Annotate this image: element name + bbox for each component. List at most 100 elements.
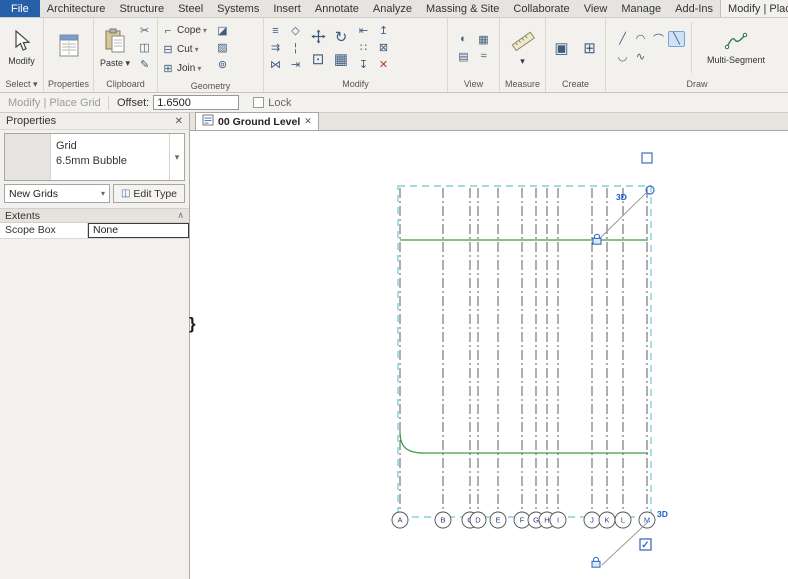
trim-icon[interactable]: ⇥ [287, 57, 304, 73]
panel-clipboard: Paste ▾ ✂ ◫ ✎ Clipboard [94, 18, 158, 92]
create-group-icon[interactable]: ▣ [551, 38, 573, 58]
type-selector-dropdown-icon[interactable]: ▾ [169, 134, 184, 180]
selection-handle[interactable] [641, 152, 653, 164]
collapse-icon: ∧ [177, 210, 184, 220]
tab-structure[interactable]: Structure [112, 0, 171, 17]
offset-input[interactable] [153, 95, 240, 110]
thin-lines-icon[interactable]: ▤ [455, 48, 472, 64]
model-line[interactable] [399, 431, 648, 454]
tab-architecture[interactable]: Architecture [40, 0, 113, 17]
unpin-icon[interactable]: ↥ [375, 23, 392, 39]
scope-box-value[interactable]: None [88, 223, 189, 238]
draw-pick-lines-icon[interactable]: ╲ [668, 30, 685, 47]
measure-ruler-icon [511, 30, 535, 55]
measure-button[interactable]: ▾ [508, 28, 538, 68]
paste-button[interactable]: Paste ▾ [97, 26, 133, 70]
rotate-icon[interactable]: ↻ [330, 27, 352, 47]
cut-geometry-button[interactable]: ⊟ Cut ▾ [161, 41, 207, 58]
drawing-area: 00 Ground Level ✕ ABCDEFGHIJKLM3D3D✓ [190, 112, 788, 579]
move-icon[interactable] [307, 27, 329, 47]
padlock-icon[interactable] [591, 556, 601, 568]
grid-bubble-label-K: K [604, 516, 609, 525]
edit-type-button[interactable]: ◫ Edit Type [113, 184, 185, 203]
visibility-icon[interactable]: ◐ [455, 31, 472, 47]
cope-button[interactable]: ⌐ Cope ▾ [161, 22, 207, 39]
match-type-icon[interactable]: ✎ [136, 57, 153, 73]
ribbon: Modify Select ▾ Properties Paste ▾ ✂ ◫ ✎… [0, 18, 788, 93]
draw-arc-center-icon[interactable]: ⌒ [650, 31, 667, 47]
lock-checkbox[interactable] [253, 97, 265, 108]
copy-icon[interactable]: ⊡ [307, 49, 329, 69]
lock-label: Lock [268, 96, 292, 109]
tab-steel[interactable]: Steel [171, 0, 210, 17]
tab-view[interactable]: View [577, 0, 615, 17]
draw-arc-icon[interactable]: ◠ [632, 31, 649, 47]
crop-region[interactable] [397, 185, 652, 518]
view-tab-close-icon[interactable]: ✕ [304, 116, 312, 127]
offset-label: Offset: [117, 96, 150, 109]
draw-fillet-icon[interactable]: ◡ [614, 49, 631, 65]
draw-line-icon[interactable]: ╱ [614, 31, 631, 47]
offset-icon[interactable]: ⇉ [267, 40, 284, 56]
properties-toggle-button[interactable] [53, 30, 85, 65]
offset-geometry-icon[interactable]: ⊚ [214, 56, 231, 72]
type-selector[interactable]: Grid 6.5mm Bubble ▾ [4, 133, 185, 181]
padlock-icon[interactable] [592, 233, 602, 245]
hide-category-icon[interactable]: ▦ [475, 31, 492, 47]
isolate-icon[interactable]: ≈ [475, 48, 492, 64]
multi-segment-button[interactable]: Multi-Segment [704, 29, 768, 67]
section-extents[interactable]: Extents ∧ [0, 208, 189, 223]
panel-geometry: ⌐ Cope ▾ ⊟ Cut ▾ ⊞ Join ▾ ◪ ▨ ⊚ Geometry [158, 18, 264, 92]
tab-modify-place-grid[interactable]: Modify | Place Grid [720, 0, 788, 17]
split-icon[interactable]: ¦ [287, 40, 304, 56]
properties-filter-combo[interactable]: New Grids ▾ [4, 184, 110, 203]
tab-collaborate[interactable]: Collaborate [506, 0, 576, 17]
demolish-icon[interactable]: ▨ [214, 39, 231, 55]
array-icon[interactable]: ▦ [330, 49, 352, 69]
revit-window: File Architecture Structure Steel System… [0, 0, 788, 579]
explode-icon[interactable]: ⊠ [375, 40, 392, 56]
view-tab-ground-level[interactable]: 00 Ground Level ✕ [195, 112, 319, 130]
edit-type-icon: ◫ [120, 188, 131, 199]
scope-box-label: Scope Box [0, 223, 88, 238]
paint-icon[interactable]: ◪ [214, 22, 231, 38]
tab-add-ins[interactable]: Add-Ins [668, 0, 720, 17]
panel-measure: ▾ Measure [500, 18, 546, 92]
create-similar-icon[interactable]: ⊞ [579, 38, 601, 58]
modify-button[interactable]: Modify [5, 28, 38, 68]
tab-manage[interactable]: Manage [614, 0, 668, 17]
3d-extent-label[interactable]: 3D [657, 509, 668, 519]
tab-massing-site[interactable]: Massing & Site [419, 0, 506, 17]
tab-insert[interactable]: Insert [266, 0, 308, 17]
scale-icon[interactable]: ∷ [355, 40, 372, 56]
grid-bubble-label-L: L [621, 516, 625, 525]
close-icon[interactable]: ✕ [175, 116, 183, 127]
mirror-axis-icon[interactable]: ⋈ [267, 57, 284, 73]
panel-label-select[interactable]: Select ▾ [0, 77, 43, 92]
panel-modify: ≡ ⇉ ⋈ ◇ ¦ ⇥ ↻ ⊡ ▦ ⇤ ∷ ↧ ↥ ⊠ ✕ Modify [264, 18, 448, 92]
panel-label-draw: Draw [686, 79, 708, 89]
3d-extent-label[interactable]: 3D [616, 192, 627, 202]
tab-annotate[interactable]: Annotate [308, 0, 366, 17]
panel-create: ▣ ⊞ Create [546, 18, 606, 92]
align-icon[interactable]: ≡ [267, 23, 284, 39]
floor-plan-view-icon [202, 114, 214, 129]
tab-analyze[interactable]: Analyze [366, 0, 419, 17]
multi-segment-icon [724, 31, 748, 54]
delete-icon[interactable]: ✕ [375, 57, 392, 73]
file-menu[interactable]: File [0, 0, 40, 17]
palette-resize-handle[interactable]: } [189, 314, 196, 334]
panel-label-properties: Properties [47, 79, 90, 89]
join-geometry-button[interactable]: ⊞ Join ▾ [161, 60, 207, 77]
cut-to-clipboard-icon[interactable]: ✂ [136, 23, 153, 39]
mirror-pick-icon[interactable]: ◇ [287, 23, 304, 39]
draw-spline-icon[interactable]: ∿ [632, 49, 649, 65]
grid-bubble-label-E: E [495, 516, 500, 525]
pin-icon[interactable]: ↧ [355, 57, 372, 73]
table-row: Scope Box None [0, 223, 189, 239]
tab-systems[interactable]: Systems [210, 0, 266, 17]
extend-icon[interactable]: ⇤ [355, 23, 372, 39]
copy-to-clipboard-icon[interactable]: ◫ [136, 40, 153, 56]
panel-draw: ╱ ◠ ⌒ ╲ ◡ ∿ Multi-Segment Draw [606, 18, 788, 92]
model-canvas[interactable]: ABCDEFGHIJKLM3D3D✓ [190, 131, 788, 579]
